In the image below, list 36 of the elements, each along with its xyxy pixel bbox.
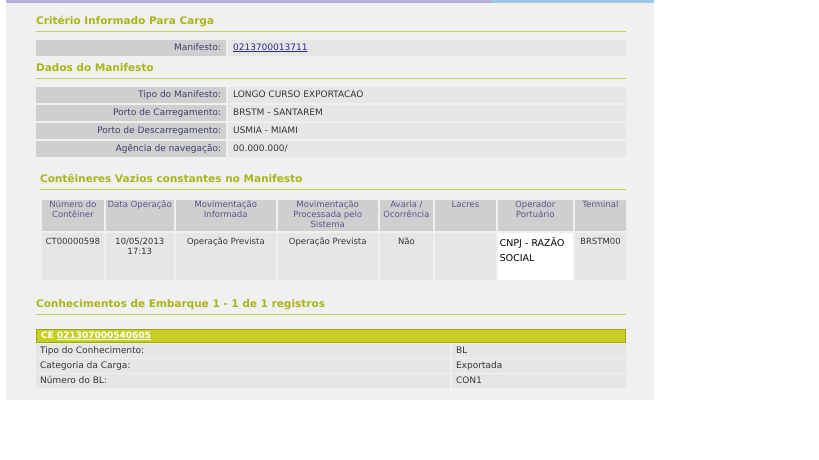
column-header: Movimentação Processada pelo Sistema <box>278 200 378 232</box>
table-cell: CNPJ - RAZÃO SOCIAL <box>498 233 573 280</box>
column-header: Lacres <box>435 200 496 232</box>
column-header: Data Operação <box>106 200 174 232</box>
table-cell: CT00000598 <box>42 233 104 280</box>
field-value: CON1 <box>452 374 626 388</box>
field-value: 00.000.000/ <box>228 141 626 157</box>
table-cell: BRSTM00 <box>574 233 626 280</box>
column-header: Avaria / Ocorrência <box>380 200 434 232</box>
table-cell: Operação Prevista <box>176 233 276 280</box>
manifest-link[interactable]: 0213700013711 <box>233 43 308 53</box>
table-cell: 10/05/2013 17:13 <box>106 233 174 280</box>
field-label: Manifesto: <box>36 40 226 56</box>
field-value: Exportada <box>452 358 626 373</box>
field-label: Porto de Carregamento: <box>36 105 226 121</box>
field-value: USMIA - MIAMI <box>228 123 626 139</box>
field-label: Número do BL: <box>36 374 450 388</box>
field-value: BL <box>452 344 626 358</box>
section-title: Dados do Manifesto <box>36 56 626 79</box>
field-label: Tipo do Manifesto: <box>36 87 226 103</box>
column-header: Terminal <box>574 200 626 232</box>
field-label: Tipo do Conhecimento: <box>36 344 450 358</box>
field-label: Agência de navegação: <box>36 141 226 157</box>
column-header: Número do Contêiner <box>42 200 104 232</box>
field-value: BRSTM - SANTAREM <box>228 105 626 121</box>
table-cell: Não <box>380 233 434 280</box>
table-cell: Operação Prevista <box>278 233 378 280</box>
field-value: LONGO CURSO EXPORTACAO <box>228 87 626 103</box>
field-label: Porto de Descarregamento: <box>36 123 226 139</box>
column-header: Movimentação Informada <box>176 200 276 232</box>
bill-prefix: CE <box>41 330 54 341</box>
section-title: Contêineres Vazios constantes no Manifesto <box>40 167 626 190</box>
field-label: Categoria da Carga: <box>36 358 450 373</box>
section-title: Conhecimentos de Embarque 1 - 1 de 1 registros <box>36 292 626 315</box>
section-title: Critério Informado Para Carga <box>36 9 626 32</box>
column-header: Operador Portuário <box>498 200 573 232</box>
